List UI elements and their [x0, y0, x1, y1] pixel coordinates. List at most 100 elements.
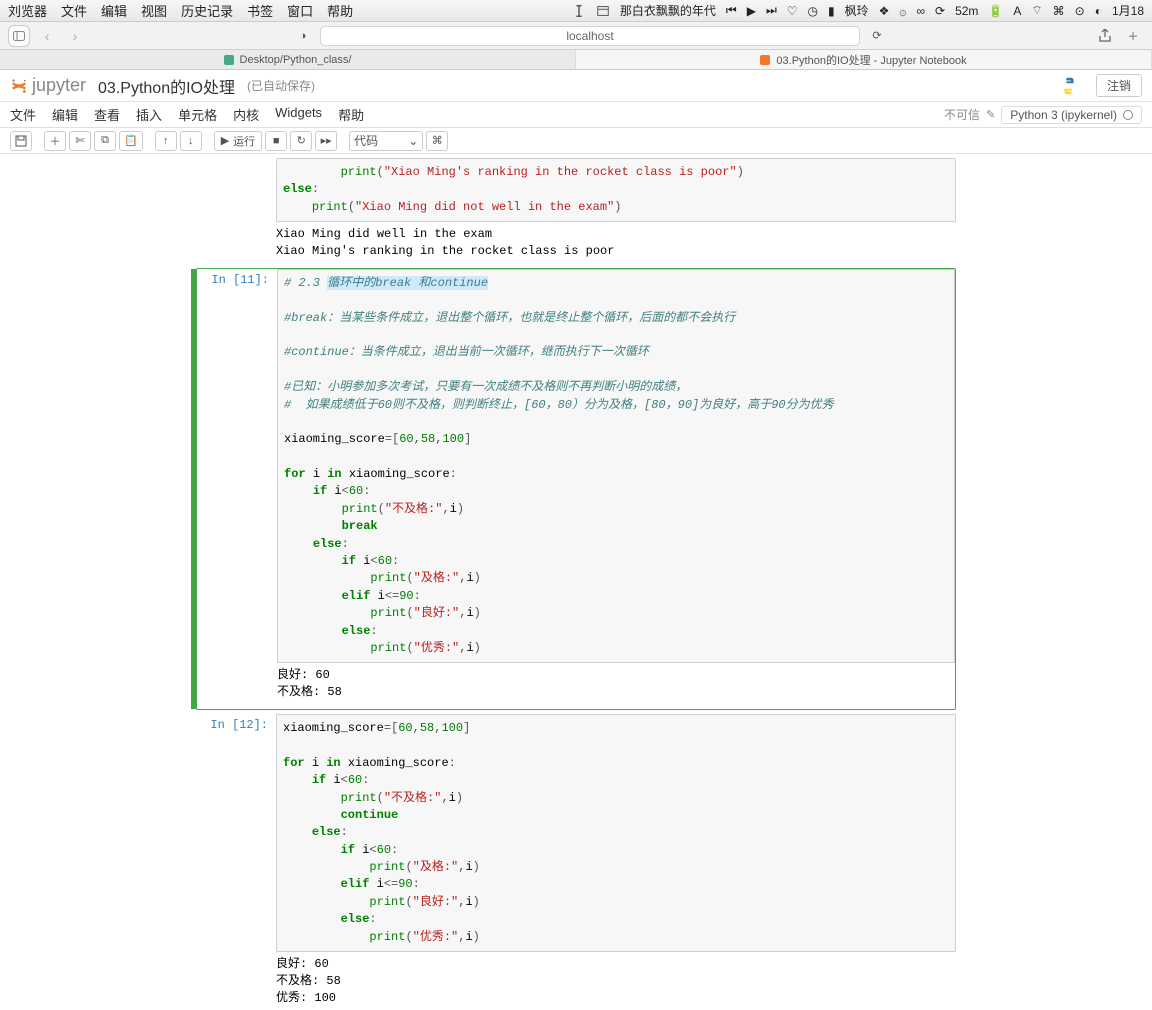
- url-bar[interactable]: localhost: [320, 26, 860, 46]
- cell-prompt: In [11]:: [197, 269, 277, 705]
- tab-label: 03.Python的IO处理 - Jupyter Notebook: [776, 52, 966, 68]
- window-icon[interactable]: [596, 4, 610, 18]
- copy-button[interactable]: ⧉: [94, 131, 116, 151]
- stop-button[interactable]: ■: [265, 131, 287, 151]
- heart-icon[interactable]: ♡: [787, 4, 798, 18]
- tray-icon[interactable]: ❖: [879, 4, 890, 18]
- add-cell-button[interactable]: ＋: [44, 131, 66, 151]
- menu-view[interactable]: 视图: [141, 1, 167, 20]
- code-input[interactable]: print("Xiao Ming's ranking in the rocket…: [276, 158, 956, 222]
- kernel-status-icon: [1123, 110, 1133, 120]
- tray-icon3[interactable]: ∞: [916, 4, 925, 18]
- cell-prompt: [196, 158, 276, 264]
- nb-menu-kernel[interactable]: 内核: [233, 105, 259, 124]
- tab-desktop[interactable]: Desktop/Python_class/: [0, 50, 576, 69]
- tray-icon4[interactable]: ⟳: [935, 4, 945, 18]
- battery-label[interactable]: 52m: [955, 4, 978, 18]
- tab-label: Desktop/Python_class/: [240, 54, 352, 66]
- menu-history[interactable]: 历史记录: [181, 1, 233, 20]
- autosave-status: (已自动保存): [247, 77, 315, 94]
- wifi-icon[interactable]: ⌔: [1031, 3, 1042, 18]
- restart-button[interactable]: ↻: [290, 131, 312, 151]
- note-icon[interactable]: ▮: [828, 4, 835, 18]
- now-playing[interactable]: 那白衣飘飘的年代: [620, 2, 716, 19]
- nb-menu-edit[interactable]: 编辑: [52, 105, 78, 124]
- code-cell-12[interactable]: In [12]: xiaoming_score=[60,58,100] for …: [196, 714, 956, 1010]
- battery-icon[interactable]: 🔋: [988, 4, 1003, 18]
- sidebar-toggle-button[interactable]: [8, 25, 30, 47]
- trusted-indicator[interactable]: 不可信: [944, 106, 980, 123]
- run-button[interactable]: ▶ 运行: [214, 131, 262, 151]
- celltype-label: 代码: [354, 132, 378, 149]
- play-icon[interactable]: ▶: [747, 4, 756, 18]
- nb-menu-help[interactable]: 帮助: [338, 105, 364, 124]
- mac-menubar: 刘览器 文件 编辑 视图 历史记录 书签 窗口 帮助 那白衣飘飘的年代 ⏮ ▶ …: [0, 0, 1152, 22]
- tab-strip: Desktop/Python_class/ 03.Python的IO处理 - J…: [0, 50, 1152, 70]
- menu-help[interactable]: 帮助: [327, 1, 353, 20]
- code-cell-top: print("Xiao Ming's ranking in the rocket…: [196, 158, 956, 264]
- code-input[interactable]: # 2.3 循环中的break 和continue #break：当某些条件成立…: [277, 269, 955, 664]
- code-input[interactable]: xiaoming_score=[60,58,100] for i in xiao…: [276, 714, 956, 952]
- date-label: 1月18: [1112, 2, 1144, 19]
- cell-output: 良好: 60 不及格: 58: [277, 663, 955, 705]
- prev-icon[interactable]: ⏮: [726, 3, 737, 18]
- cell-output: Xiao Ming did well in the exam Xiao Ming…: [276, 222, 956, 264]
- shield-icon[interactable]: ◑: [292, 25, 314, 47]
- back-button[interactable]: ‹: [36, 25, 58, 47]
- notebook-area[interactable]: print("Xiao Ming's ranking in the rocket…: [0, 158, 1152, 1010]
- nb-menu-insert[interactable]: 插入: [136, 105, 162, 124]
- tray-a-icon[interactable]: A: [1013, 4, 1021, 18]
- save-button[interactable]: [10, 131, 32, 151]
- command-palette-button[interactable]: ⌘: [426, 131, 448, 151]
- cell-output: 良好: 60 不及格: 58 优秀: 100: [276, 952, 956, 1010]
- tray-icon2[interactable]: ۞: [899, 4, 906, 18]
- forward-button[interactable]: ›: [64, 25, 86, 47]
- url-text: localhost: [566, 29, 613, 43]
- bt-icon[interactable]: ⌘: [1053, 4, 1065, 18]
- run-label: 运行: [233, 133, 255, 149]
- move-up-button[interactable]: ↑: [155, 131, 177, 151]
- new-tab-button[interactable]: ＋: [1122, 25, 1144, 47]
- move-down-button[interactable]: ↓: [180, 131, 202, 151]
- tray-icon5[interactable]: ⊙: [1075, 4, 1085, 18]
- celltype-select[interactable]: 代码 ⌄: [349, 131, 423, 151]
- notebook-menubar: 文件 编辑 查看 插入 单元格 内核 Widgets 帮助 不可信 ✎ Pyth…: [0, 102, 1152, 128]
- nb-menu-view[interactable]: 查看: [94, 105, 120, 124]
- menu-window[interactable]: 窗口: [287, 1, 313, 20]
- browser-toolbar: ‹ › ◑ localhost ⟳ ＋: [0, 22, 1152, 50]
- jupyter-logo-icon: [10, 77, 28, 95]
- notebook-toolbar: ＋ ✄ ⧉ 📋 ↑ ↓ ▶ 运行 ■ ↻ ▸▸ 代码 ⌄ ⌘: [0, 128, 1152, 154]
- cell-prompt: In [12]:: [196, 714, 276, 1010]
- kernel-indicator[interactable]: Python 3 (ipykernel): [1001, 106, 1142, 124]
- reload-icon[interactable]: ⟳: [866, 25, 888, 47]
- jupyter-word: jupyter: [32, 75, 86, 96]
- paste-button[interactable]: 📋: [119, 131, 143, 151]
- kernel-label: Python 3 (ipykernel): [1010, 108, 1117, 122]
- nb-menu-widgets[interactable]: Widgets: [275, 105, 322, 124]
- tray-icon6[interactable]: ◐: [1095, 4, 1102, 18]
- text-cursor-icon[interactable]: [572, 4, 586, 18]
- python-icon: [1058, 75, 1080, 97]
- folder-icon: [224, 55, 234, 65]
- edit-icon[interactable]: ✎: [986, 108, 995, 121]
- logout-button[interactable]: 注销: [1096, 74, 1142, 97]
- chevron-icon: ⌄: [408, 134, 418, 148]
- next-icon[interactable]: ⏭: [766, 3, 777, 18]
- code-cell-11[interactable]: In [11]: # 2.3 循环中的break 和continue #brea…: [196, 268, 956, 710]
- menu-edit[interactable]: 编辑: [101, 1, 127, 20]
- tab-notebook[interactable]: 03.Python的IO处理 - Jupyter Notebook: [576, 50, 1152, 69]
- menu-bookmarks[interactable]: 书签: [247, 1, 273, 20]
- app-menu[interactable]: 刘览器: [8, 1, 47, 20]
- nb-menu-file[interactable]: 文件: [10, 105, 36, 124]
- clock-icon[interactable]: ◷: [808, 4, 818, 18]
- menu-file[interactable]: 文件: [61, 1, 87, 20]
- jupyter-icon: [760, 55, 770, 65]
- cut-button[interactable]: ✄: [69, 131, 91, 151]
- share-icon[interactable]: [1094, 25, 1116, 47]
- notebook-name[interactable]: 03.Python的IO处理: [98, 74, 235, 98]
- notebook-header: jupyter 03.Python的IO处理 (已自动保存) 注销: [0, 70, 1152, 102]
- jupyter-logo[interactable]: jupyter: [10, 75, 86, 96]
- user-label[interactable]: 枫玲: [845, 2, 869, 19]
- fast-forward-button[interactable]: ▸▸: [315, 131, 337, 151]
- nb-menu-cell[interactable]: 单元格: [178, 105, 217, 124]
